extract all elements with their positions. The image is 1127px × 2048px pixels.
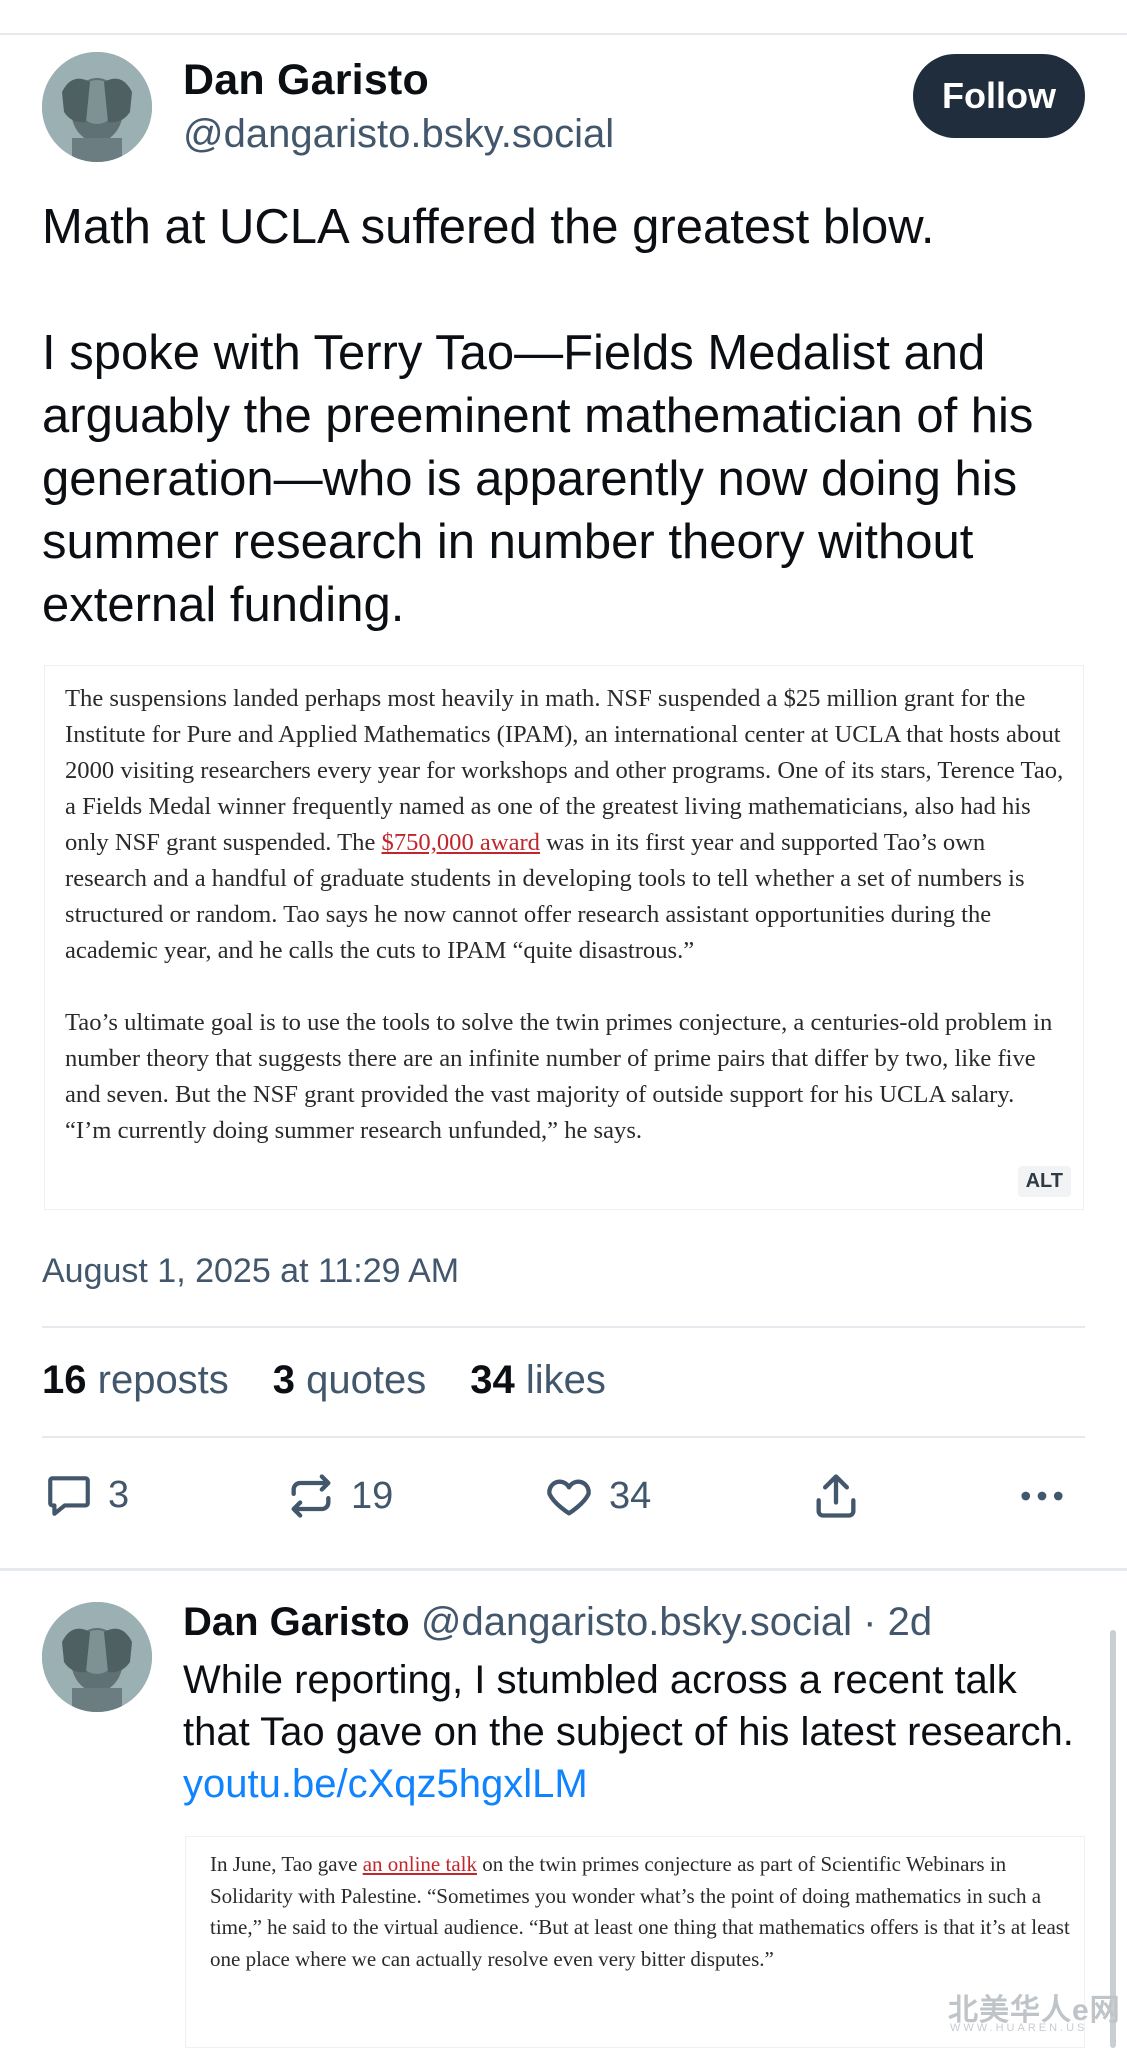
post-text: Math at UCLA suffered the greatest blow.… [42, 196, 1102, 637]
reply-icon [48, 1476, 90, 1516]
avatar-image [42, 1602, 152, 1712]
like-button[interactable]: 34 [543, 1470, 651, 1522]
reposts-label: reposts [97, 1358, 229, 1402]
likes-count: 34 [470, 1358, 515, 1402]
reply-author-name[interactable]: Dan Garisto [183, 1600, 410, 1644]
watermark-url: WWW.HUAREN.US [950, 2022, 1088, 2034]
reply-time: 2d [887, 1600, 933, 1644]
share-button[interactable] [810, 1470, 862, 1522]
post-timestamp: August 1, 2025 at 11:29 AM [42, 1252, 460, 1290]
repost-button[interactable]: 19 [285, 1470, 393, 1522]
action-bar: 3 19 34 [0, 1470, 1127, 1530]
reply-header: Dan Garisto @dangaristo.bsky.social · 2d [183, 1600, 932, 1645]
post-stats: 16 reposts 3 quotes 34 likes [42, 1358, 650, 1403]
reply-button[interactable]: 3 [44, 1470, 129, 1520]
award-link: $750,000 award [381, 829, 540, 856]
author-name[interactable]: Dan Garisto [183, 56, 429, 105]
post-paragraph: I spoke with Terry Tao—Fields Medalist a… [42, 326, 1034, 632]
repost-count: 19 [351, 1474, 394, 1517]
excerpt-text: In June, Tao gave [210, 1852, 363, 1876]
top-divider [0, 33, 1127, 35]
likes-stat[interactable]: 34 likes [470, 1358, 606, 1403]
like-count: 34 [609, 1474, 652, 1517]
alt-text-badge[interactable]: ALT [1017, 1166, 1071, 1197]
avatar-image [42, 52, 152, 162]
post-image-embed[interactable]: The suspensions landed perhaps most heav… [44, 665, 1084, 1210]
article-excerpt: The suspensions landed perhaps most heav… [65, 681, 1065, 1149]
repost-icon [291, 1474, 331, 1518]
reply-author-handle[interactable]: @dangaristo.bsky.social [421, 1600, 852, 1644]
reply-separator: · [863, 1600, 877, 1644]
reply-body: While reporting, I stumbled across a rec… [183, 1658, 1074, 1754]
author-handle[interactable]: @dangaristo.bsky.social [183, 112, 614, 157]
online-talk-link: an online talk [362, 1852, 477, 1876]
excerpt-paragraph: The suspensions landed perhaps most heav… [65, 681, 1065, 969]
reply-excerpt: In June, Tao gave an online talk on the … [210, 1849, 1070, 1975]
divider [42, 1436, 1085, 1438]
more-options-button[interactable] [1016, 1470, 1068, 1522]
reposts-count: 16 [42, 1358, 87, 1402]
divider [42, 1326, 1085, 1328]
author-avatar[interactable] [42, 52, 152, 162]
heart-icon [547, 1479, 591, 1516]
likes-label: likes [525, 1358, 606, 1402]
reply-author-avatar[interactable] [42, 1602, 152, 1712]
reply-text: While reporting, I stumbled across a rec… [183, 1654, 1083, 1810]
post-paragraph: Math at UCLA suffered the greatest blow. [42, 200, 935, 254]
reposts-stat[interactable]: 16 reposts [42, 1358, 229, 1403]
quotes-label: quotes [306, 1358, 427, 1402]
thread-separator [0, 1568, 1127, 1571]
reply-count: 3 [108, 1473, 130, 1516]
follow-button[interactable]: Follow [913, 54, 1085, 138]
quotes-stat[interactable]: 3 quotes [273, 1358, 426, 1403]
share-icon [816, 1474, 856, 1518]
excerpt-paragraph: Tao’s ultimate goal is to use the tools … [65, 1009, 1053, 1144]
youtube-link[interactable]: youtu.be/cXqz5hgxlLM [183, 1762, 588, 1806]
quotes-count: 3 [272, 1358, 296, 1402]
more-icon [1021, 1491, 1063, 1501]
